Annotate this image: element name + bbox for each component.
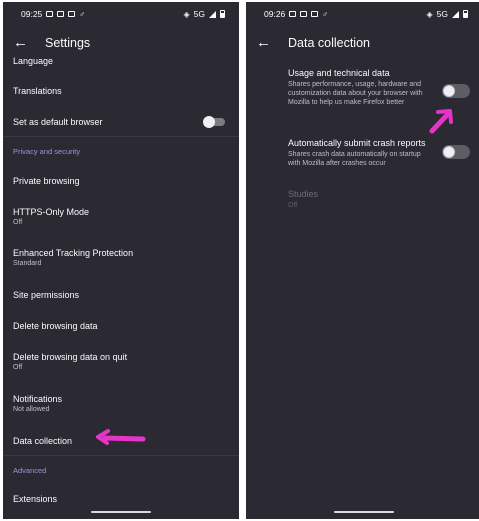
crash-reports-toggle[interactable] (442, 145, 470, 159)
status-bar: 09:26 ♂ ◈ 5G (246, 2, 479, 26)
pref-label: Studies (288, 189, 319, 199)
status-bar: 09:25 ♂ ◈ 5G (3, 2, 239, 26)
section-header-privacy: Privacy and security (13, 147, 81, 156)
item-status: Off (13, 364, 23, 371)
item-label: Private browsing (13, 176, 80, 186)
gesture-bar (334, 511, 394, 513)
section-header-advanced: Advanced (13, 466, 47, 475)
usage-data-toggle[interactable] (442, 84, 470, 98)
mail-notification-icon (68, 11, 76, 17)
signal-icon (452, 10, 459, 18)
divider (3, 455, 239, 456)
settings-item-site-permissions[interactable]: Site permissions (13, 290, 229, 300)
key-icon: ♂ (322, 9, 329, 19)
pref-description: Shares performance, usage, hardware and … (288, 81, 423, 106)
app-bar: ← Settings (3, 30, 239, 56)
back-arrow-icon[interactable]: ← (13, 35, 28, 50)
item-label: Extensions (13, 494, 58, 504)
item-label: Set as default browser (13, 117, 103, 127)
item-label: Delete browsing data (13, 321, 98, 331)
battery-icon (220, 10, 225, 18)
item-status: Not allowed (13, 406, 50, 413)
status-time: 09:25 (21, 9, 43, 19)
toggle-knob (203, 116, 215, 128)
settings-item-delete-on-quit[interactable]: Delete browsing data on quit Off (13, 352, 229, 371)
data-collection-screen: 09:26 ♂ ◈ 5G ← Data collection Usage and… (246, 2, 479, 519)
eye-icon: ◈ (183, 9, 190, 19)
settings-item-https-only[interactable]: HTTPS-Only Mode Off (13, 207, 229, 226)
settings-item-delete-browsing-data[interactable]: Delete browsing data (13, 321, 229, 331)
annotation-arrow-icon (429, 109, 453, 134)
gallery-notification-icon (46, 11, 54, 17)
mail-notification-icon (311, 11, 319, 17)
page-title: Settings (45, 36, 91, 50)
settings-item-tracking-protection[interactable]: Enhanced Tracking Protection Standard (13, 248, 229, 267)
mail-notification-icon (57, 11, 65, 17)
item-status: Off (13, 219, 23, 226)
item-label: Site permissions (13, 290, 80, 300)
pref-status: Off (288, 202, 298, 209)
network-type: 5G (436, 9, 448, 19)
back-arrow-icon[interactable]: ← (256, 35, 271, 50)
network-type: 5G (193, 9, 205, 19)
annotation-arrow-icon (96, 429, 146, 445)
pref-label: Usage and technical data (288, 68, 390, 78)
item-label: Translations (13, 86, 62, 96)
settings-screen: 09:25 ♂ ◈ 5G ← Settings Language Transla… (3, 2, 239, 519)
eye-icon: ◈ (426, 9, 433, 19)
item-label: Delete browsing data on quit (13, 352, 128, 362)
page-title: Data collection (288, 36, 370, 50)
item-label: Enhanced Tracking Protection (13, 248, 134, 258)
gallery-notification-icon (289, 11, 297, 17)
item-label: HTTPS-Only Mode (13, 207, 90, 217)
item-label: Notifications (13, 394, 63, 404)
status-time: 09:26 (264, 9, 286, 19)
mail-notification-icon (300, 11, 308, 17)
toggle-knob (443, 146, 455, 158)
pref-description: Shares crash data automatically on start… (288, 151, 421, 167)
settings-item-default-browser[interactable]: Set as default browser (13, 117, 229, 127)
item-status: Standard (13, 260, 42, 267)
default-browser-toggle[interactable] (203, 116, 225, 128)
item-label: Language (13, 56, 54, 66)
toggle-knob (443, 85, 455, 97)
signal-icon (209, 10, 216, 18)
key-icon: ♂ (79, 9, 86, 19)
settings-item-extensions[interactable]: Extensions (13, 494, 229, 504)
divider (3, 136, 239, 137)
settings-item-translations[interactable]: Translations (13, 86, 229, 96)
pref-studies: Studies Off (288, 189, 472, 210)
settings-item-notifications[interactable]: Notifications Not allowed (13, 394, 229, 413)
settings-item-private-browsing[interactable]: Private browsing (13, 176, 229, 186)
app-bar: ← Data collection (246, 30, 479, 56)
settings-item-language[interactable]: Language (13, 56, 229, 66)
battery-icon (463, 10, 468, 18)
gesture-bar (91, 511, 151, 513)
